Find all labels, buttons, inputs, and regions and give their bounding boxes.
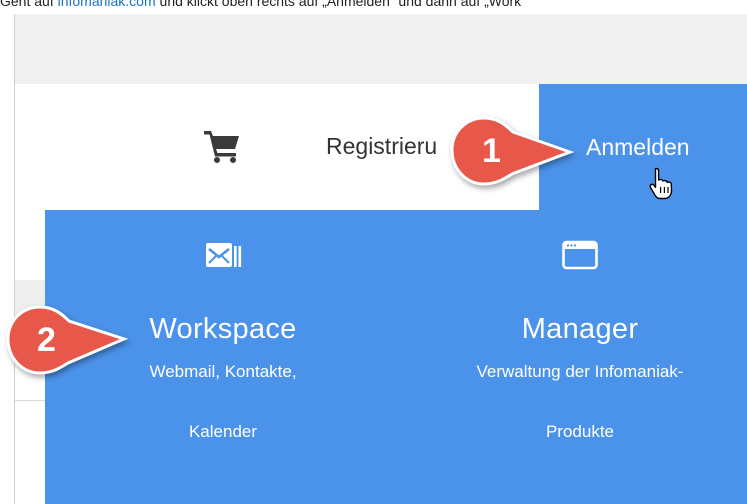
- callout-2: 2: [0, 301, 130, 383]
- callout-arrow-icon: [450, 116, 575, 186]
- callout-1-number: 1: [482, 132, 501, 170]
- manager-title: Manager: [521, 313, 639, 345]
- callout-arrow-icon: [6, 305, 129, 375]
- divider: [15, 400, 45, 401]
- callout-2-number: 2: [37, 321, 56, 359]
- instruction-caption: Geht auf infomaniak.com und klickt oben …: [0, 0, 747, 13]
- manager-menu-item[interactable]: Manager Verwaltung der Infomaniak- Produ…: [430, 238, 730, 442]
- hand-cursor-icon: [649, 167, 673, 200]
- infomaniak-link[interactable]: infomaniak.com: [58, 0, 156, 9]
- caption-text-start: Geht auf: [0, 0, 58, 9]
- callout-1: 1: [446, 112, 576, 194]
- login-link[interactable]: Anmelden: [586, 134, 690, 161]
- workspace-subtitle-line2: Kalender: [188, 422, 258, 441]
- manager-subtitle-line1: Verwaltung der Infomaniak-: [476, 362, 684, 381]
- browser-window-icon: [562, 240, 598, 270]
- cart-icon[interactable]: [202, 128, 242, 164]
- mail-icon: [206, 243, 242, 267]
- manager-subtitle-line2: Produkte: [545, 422, 615, 441]
- caption-text-end: und klickt oben rechts auf „Anmelden“ un…: [155, 0, 522, 9]
- register-link[interactable]: Registrieru: [326, 133, 437, 160]
